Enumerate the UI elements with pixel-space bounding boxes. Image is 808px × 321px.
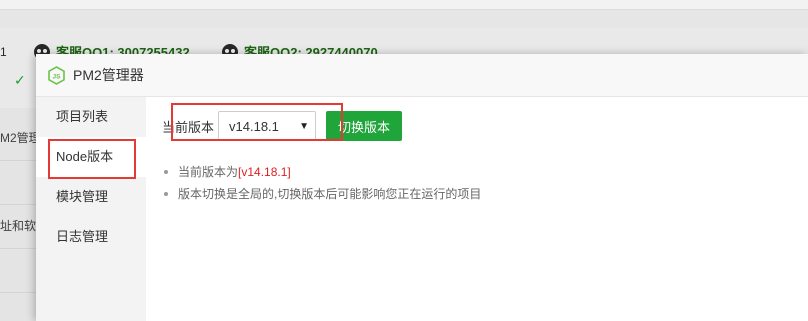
dialog-body: 项目列表 Node版本 模块管理 日志管理 当前版本 v14.18.1 ▼ 切换… xyxy=(36,97,808,321)
note-current-version: 当前版本为[v14.18.1] xyxy=(162,161,481,183)
dialog-side-menu: 项目列表 Node版本 模块管理 日志管理 xyxy=(36,97,146,321)
note-global-switch-warning: 版本切换是全局的,切换版本后可能影响您正在运行的项目 xyxy=(162,183,481,205)
version-notes: 当前版本为[v14.18.1] 版本切换是全局的,切换版本后可能影响您正在运行的… xyxy=(162,161,481,205)
menu-item-node-version[interactable]: Node版本 xyxy=(36,137,146,177)
menu-item-project-list[interactable]: 项目列表 xyxy=(36,97,146,137)
node-version-panel: 当前版本 v14.18.1 ▼ 切换版本 当前版本为[v14.18.1] 版本切… xyxy=(146,97,808,321)
background-top-bar xyxy=(0,0,808,10)
dialog-title: PM2管理器 xyxy=(73,67,144,83)
current-version-value: [v14.18.1] xyxy=(238,165,291,179)
version-select-value: v14.18.1 xyxy=(229,118,279,134)
menu-item-module-management[interactable]: 模块管理 xyxy=(36,177,146,217)
pm2-manager-dialog: JS PM2管理器 项目列表 Node版本 模块管理 日志管理 当前版本 v14… xyxy=(36,54,808,321)
menu-item-log-management[interactable]: 日志管理 xyxy=(36,217,146,257)
dialog-header: JS PM2管理器 xyxy=(36,54,808,97)
svg-text:JS: JS xyxy=(53,73,62,80)
version-select[interactable]: v14.18.1 ▼ xyxy=(218,111,317,141)
chevron-down-icon: ▼ xyxy=(299,120,310,132)
current-version-label: 当前版本 xyxy=(162,119,215,135)
nodejs-logo-icon: JS xyxy=(48,65,65,85)
version-row: 当前版本 v14.18.1 ▼ 切换版本 xyxy=(162,111,403,141)
background-stripe xyxy=(0,10,808,28)
switch-version-button[interactable]: 切换版本 xyxy=(326,111,403,141)
